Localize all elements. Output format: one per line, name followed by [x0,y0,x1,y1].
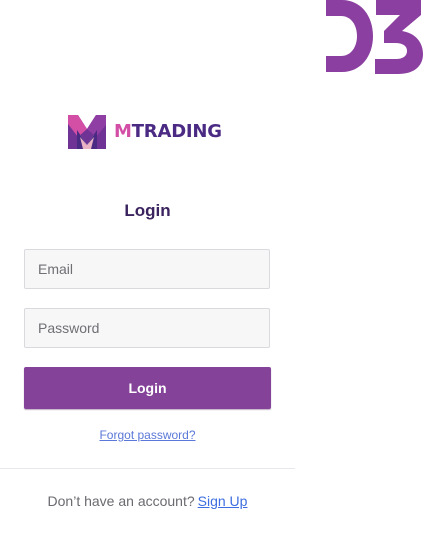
signup-row: Don’t have an account? Sign Up [0,490,295,512]
login-page: MTRADING Login Login Forgot password? Do… [0,0,423,535]
mtrading-logo-text: MTRADING [114,115,222,149]
forgot-password-link[interactable]: Forgot password? [0,426,295,444]
login-button[interactable]: Login [24,367,271,409]
brand-corner-mark-icon [326,0,423,74]
password-field[interactable] [24,308,270,348]
login-title: Login [124,201,171,220]
logo-m-text: M [114,121,132,142]
mtrading-logo: MTRADING [68,114,238,150]
signup-prompt: Don’t have an account? [47,493,195,509]
divider [0,468,295,469]
mtrading-logo-icon [68,115,106,149]
email-field[interactable] [24,249,270,289]
signup-link[interactable]: Sign Up [198,493,248,509]
login-panel: MTRADING Login Login Forgot password? Do… [0,0,295,535]
logo-rest-text: TRADING [131,121,222,142]
